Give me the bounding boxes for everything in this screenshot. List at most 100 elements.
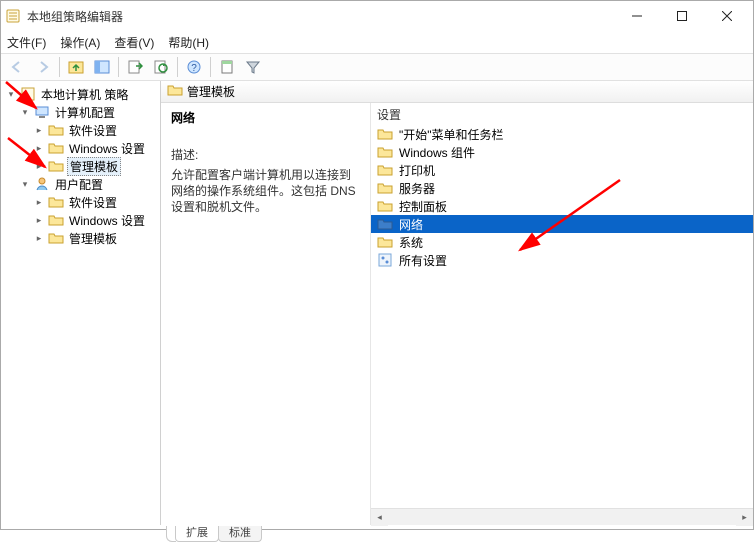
list-row[interactable]: 服务器 bbox=[371, 179, 753, 197]
folder-icon bbox=[377, 126, 393, 142]
folder-icon bbox=[377, 144, 393, 160]
tree-software-settings-2[interactable]: ▸ 软件设置 bbox=[5, 193, 160, 211]
scroll-left-button[interactable]: ◂ bbox=[371, 509, 388, 526]
expand-icon[interactable]: ▸ bbox=[33, 143, 45, 154]
help-button[interactable]: ? bbox=[182, 56, 206, 78]
tree-windows-settings-2[interactable]: ▸ Windows 设置 bbox=[5, 211, 160, 229]
tree-label: 软件设置 bbox=[67, 194, 119, 211]
description-pane: 网络 描述: 允许配置客户端计算机用以连接到网络的操作系统组件。这包括 DNS … bbox=[161, 103, 371, 525]
tree-label: 本地计算机 策略 bbox=[39, 86, 130, 103]
export-button[interactable] bbox=[123, 56, 147, 78]
list-row[interactable]: 系统 bbox=[371, 233, 753, 251]
list-body: 网络 描述: 允许配置客户端计算机用以连接到网络的操作系统组件。这包括 DNS … bbox=[161, 103, 753, 525]
list-row-label: 服务器 bbox=[399, 180, 435, 197]
up-button[interactable] bbox=[64, 56, 88, 78]
tabs-wrap: 扩展 标准 bbox=[166, 525, 753, 543]
list-row-label: 所有设置 bbox=[399, 252, 447, 269]
path-title: 管理模板 bbox=[187, 83, 235, 100]
folder-icon bbox=[377, 234, 393, 250]
content-area: ▾ 本地计算机 策略 ▾ 计算机配置 ▸ 软件设置 ▸ Windows 设置 ▸… bbox=[1, 81, 753, 525]
expand-icon[interactable]: ▸ bbox=[33, 197, 45, 208]
tab-standard[interactable]: 标准 bbox=[218, 526, 262, 542]
horizontal-scrollbar[interactable]: ◂ ▸ bbox=[371, 508, 753, 525]
expand-icon[interactable]: ▸ bbox=[33, 233, 45, 244]
tree-label: Windows 设置 bbox=[67, 140, 147, 157]
toolbar: ? bbox=[1, 53, 753, 81]
expand-icon[interactable]: ▸ bbox=[33, 161, 45, 172]
tree-label: Windows 设置 bbox=[67, 212, 147, 229]
computer-icon bbox=[34, 104, 50, 120]
close-button[interactable] bbox=[704, 2, 749, 30]
list-row-label: 打印机 bbox=[399, 162, 435, 179]
back-button[interactable] bbox=[5, 56, 29, 78]
forward-button[interactable] bbox=[31, 56, 55, 78]
window-controls bbox=[614, 2, 749, 30]
show-hide-tree-button[interactable] bbox=[90, 56, 114, 78]
tree-user-config[interactable]: ▾ 用户配置 bbox=[5, 175, 160, 193]
maximize-button[interactable] bbox=[659, 2, 704, 30]
menu-help[interactable]: 帮助(H) bbox=[168, 34, 209, 51]
view-tabs: 扩展 标准 bbox=[166, 526, 753, 542]
menu-bar: 文件(F) 操作(A) 查看(V) 帮助(H) bbox=[1, 31, 753, 53]
folder-icon bbox=[377, 162, 393, 178]
filter-button[interactable] bbox=[241, 56, 265, 78]
tree-label: 计算机配置 bbox=[53, 104, 117, 121]
tree-root[interactable]: ▾ 本地计算机 策略 bbox=[5, 85, 160, 103]
expand-icon[interactable]: ▾ bbox=[19, 107, 31, 118]
right-pane: 管理模板 网络 描述: 允许配置客户端计算机用以连接到网络的操作系统组件。这包括… bbox=[161, 81, 753, 525]
folder-icon bbox=[377, 216, 393, 232]
tree-software-settings-1[interactable]: ▸ 软件设置 bbox=[5, 121, 160, 139]
list-items[interactable]: "开始"菜单和任务栏Windows 组件打印机服务器控制面板网络系统所有设置 bbox=[371, 125, 753, 508]
window-title: 本地组策略编辑器 bbox=[27, 8, 614, 25]
folder-icon bbox=[48, 230, 64, 246]
folder-icon bbox=[377, 198, 393, 214]
tree-label: 管理模板 bbox=[67, 157, 121, 176]
list-row[interactable]: 网络 bbox=[371, 215, 753, 233]
folder-icon bbox=[48, 140, 64, 156]
menu-view[interactable]: 查看(V) bbox=[114, 34, 154, 51]
list-row-label: 系统 bbox=[399, 234, 423, 251]
description-title: 网络 bbox=[171, 109, 360, 126]
title-bar: 本地组策略编辑器 bbox=[1, 1, 753, 31]
user-icon bbox=[34, 176, 50, 192]
folder-icon bbox=[167, 82, 183, 101]
tree-label: 用户配置 bbox=[53, 176, 105, 193]
description-label: 描述: bbox=[171, 146, 360, 163]
list-column: 设置 "开始"菜单和任务栏Windows 组件打印机服务器控制面板网络系统所有设… bbox=[371, 103, 753, 525]
folder-icon bbox=[48, 122, 64, 138]
list-row[interactable]: 打印机 bbox=[371, 161, 753, 179]
list-row[interactable]: "开始"菜单和任务栏 bbox=[371, 125, 753, 143]
scroll-right-button[interactable]: ▸ bbox=[736, 509, 753, 526]
tree-windows-settings-1[interactable]: ▸ Windows 设置 bbox=[5, 139, 160, 157]
expand-icon[interactable]: ▸ bbox=[33, 125, 45, 136]
path-bar: 管理模板 bbox=[161, 81, 753, 103]
list-row-label: 网络 bbox=[399, 216, 423, 233]
scroll-track[interactable] bbox=[388, 509, 736, 526]
app-icon bbox=[5, 8, 21, 24]
svg-text:?: ? bbox=[191, 63, 197, 74]
tree-label: 管理模板 bbox=[67, 230, 119, 247]
properties-button[interactable] bbox=[215, 56, 239, 78]
expand-icon[interactable]: ▾ bbox=[19, 179, 31, 190]
tree-admin-templates-1[interactable]: ▸ 管理模板 bbox=[5, 157, 160, 175]
menu-action[interactable]: 操作(A) bbox=[60, 34, 100, 51]
expand-icon[interactable]: ▾ bbox=[5, 89, 17, 100]
folder-icon bbox=[377, 180, 393, 196]
folder-icon bbox=[48, 194, 64, 210]
minimize-button[interactable] bbox=[614, 2, 659, 30]
menu-file[interactable]: 文件(F) bbox=[7, 34, 46, 51]
list-row-label: Windows 组件 bbox=[399, 144, 475, 161]
refresh-button[interactable] bbox=[149, 56, 173, 78]
list-row[interactable]: 控制面板 bbox=[371, 197, 753, 215]
description-text: 允许配置客户端计算机用以连接到网络的操作系统组件。这包括 DNS 设置和脱机文件… bbox=[171, 167, 360, 215]
list-row[interactable]: Windows 组件 bbox=[371, 143, 753, 161]
tree-label: 软件设置 bbox=[67, 122, 119, 139]
policy-icon bbox=[20, 86, 36, 102]
tab-extended[interactable]: 扩展 bbox=[175, 526, 219, 542]
tree-admin-templates-2[interactable]: ▸ 管理模板 bbox=[5, 229, 160, 247]
list-header[interactable]: 设置 bbox=[371, 103, 753, 125]
list-row[interactable]: 所有设置 bbox=[371, 251, 753, 269]
tree-pane[interactable]: ▾ 本地计算机 策略 ▾ 计算机配置 ▸ 软件设置 ▸ Windows 设置 ▸… bbox=[1, 81, 161, 525]
tree-computer-config[interactable]: ▾ 计算机配置 bbox=[5, 103, 160, 121]
expand-icon[interactable]: ▸ bbox=[33, 215, 45, 226]
